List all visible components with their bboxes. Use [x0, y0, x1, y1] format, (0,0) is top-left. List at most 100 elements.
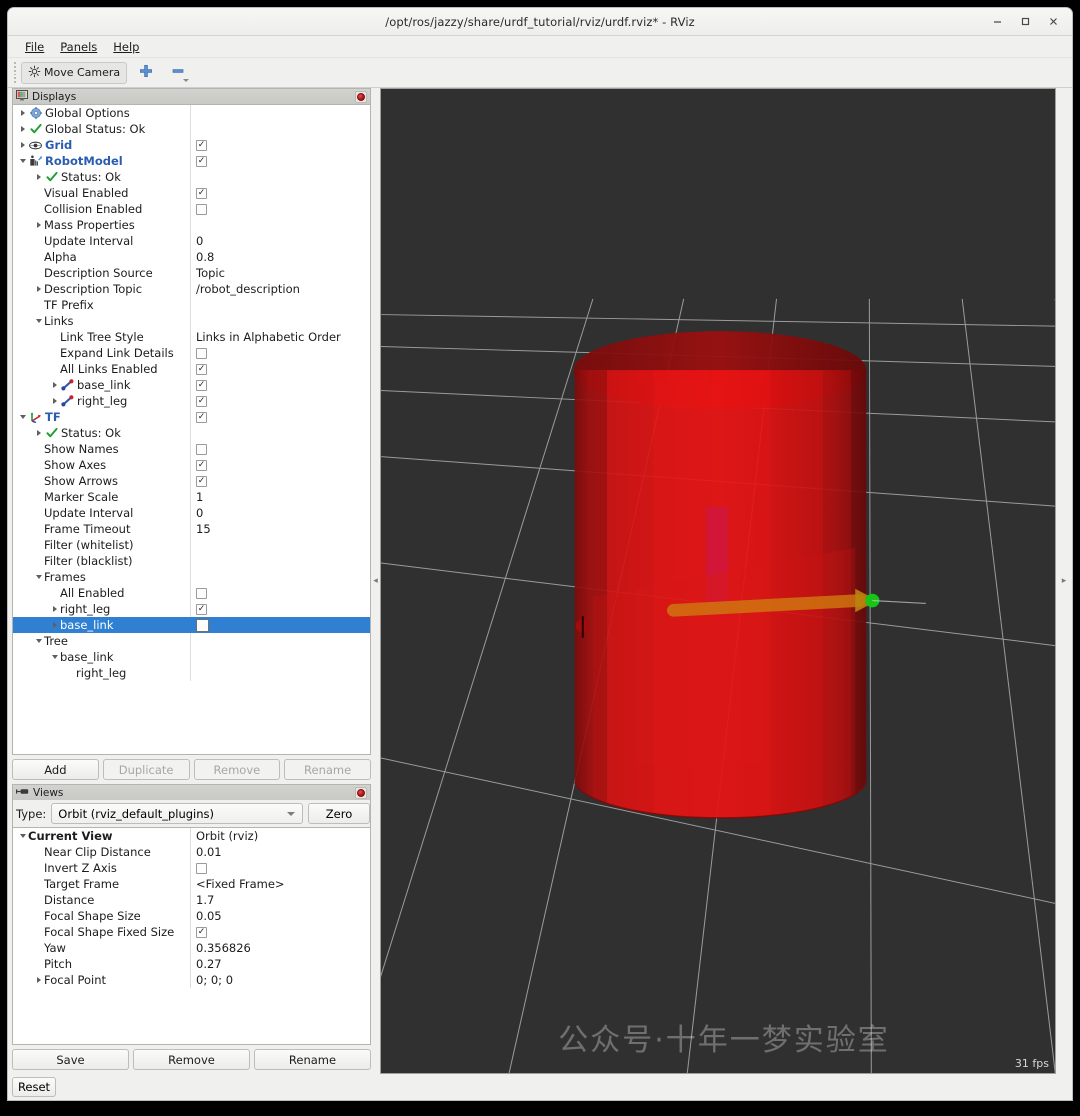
- tree-row[interactable]: Global Status: Ok: [13, 121, 370, 137]
- tree-row[interactable]: All Enabled: [13, 585, 370, 601]
- expand-arrow-icon[interactable]: [49, 398, 60, 404]
- tree-row[interactable]: Frame Timeout 15: [13, 521, 370, 537]
- row-checkbox[interactable]: ✓: [196, 155, 207, 167]
- tree-row[interactable]: Focal Shape Size 0.05: [13, 908, 370, 924]
- tree-row[interactable]: base_link: [13, 617, 370, 633]
- tree-row[interactable]: base_link: [13, 649, 370, 665]
- tree-row[interactable]: Near Clip Distance 0.01: [13, 844, 370, 860]
- expand-arrow-icon[interactable]: [33, 222, 44, 228]
- views-tree[interactable]: Current View Orbit (rviz) Near Clip Distan…: [12, 827, 371, 1045]
- tree-row[interactable]: Mass Properties: [13, 217, 370, 233]
- tree-row[interactable]: base_link ✓: [13, 377, 370, 393]
- row-checkbox[interactable]: [196, 862, 207, 874]
- row-checkbox[interactable]: ✓: [196, 395, 207, 407]
- tree-row[interactable]: right_leg ✓: [13, 601, 370, 617]
- tree-row[interactable]: Description Source Topic: [13, 265, 370, 281]
- toolbar-grip[interactable]: [12, 62, 18, 83]
- row-checkbox[interactable]: ✓: [196, 411, 207, 423]
- tree-row[interactable]: Invert Z Axis: [13, 860, 370, 876]
- tree-row[interactable]: Link Tree Style Links in Alphabetic Order: [13, 329, 370, 345]
- expand-arrow-icon[interactable]: [33, 430, 44, 436]
- row-checkbox[interactable]: ✓: [196, 363, 207, 375]
- rename-display-button[interactable]: Rename: [284, 759, 371, 780]
- expand-arrow-icon[interactable]: [17, 126, 28, 132]
- remove-view-button[interactable]: Remove: [133, 1049, 250, 1070]
- collapse-arrow-icon[interactable]: [17, 159, 28, 163]
- tree-row[interactable]: Show Names: [13, 441, 370, 457]
- expand-arrow-icon[interactable]: [49, 382, 60, 388]
- zero-button[interactable]: Zero: [308, 803, 370, 824]
- menu-help[interactable]: Help: [106, 38, 146, 56]
- minimize-button[interactable]: [984, 11, 1010, 33]
- row-checkbox[interactable]: ✓: [196, 187, 207, 199]
- expand-arrow-icon[interactable]: [49, 622, 60, 628]
- tree-row[interactable]: Current View Orbit (rviz): [13, 828, 370, 844]
- row-checkbox[interactable]: ✓: [196, 475, 207, 487]
- tree-row[interactable]: Expand Link Details: [13, 345, 370, 361]
- remove-tool-button[interactable]: [165, 62, 191, 84]
- row-checkbox[interactable]: [196, 347, 207, 359]
- tree-row[interactable]: Links: [13, 313, 370, 329]
- collapse-arrow-icon[interactable]: [17, 415, 28, 419]
- expand-arrow-icon[interactable]: [17, 142, 28, 148]
- menu-file[interactable]: File: [18, 38, 51, 56]
- tree-row[interactable]: Show Axes ✓: [13, 457, 370, 473]
- remove-display-button[interactable]: Remove: [193, 759, 281, 780]
- tree-row[interactable]: Pitch 0.27: [13, 956, 370, 972]
- move-camera-button[interactable]: Move Camera: [21, 61, 128, 84]
- tree-row[interactable]: Marker Scale 1: [13, 489, 370, 505]
- expand-arrow-icon[interactable]: [49, 606, 60, 612]
- displays-tree[interactable]: Global Options Global Status: Ok Grid ✓ Robo…: [12, 104, 371, 755]
- tree-row[interactable]: Visual Enabled ✓: [13, 185, 370, 201]
- collapse-arrow-icon[interactable]: [49, 655, 60, 659]
- displays-panel-close-icon[interactable]: [355, 91, 367, 103]
- tree-row[interactable]: TF Prefix: [13, 297, 370, 313]
- tree-row[interactable]: Filter (blacklist): [13, 553, 370, 569]
- close-button[interactable]: [1040, 11, 1066, 33]
- tree-row[interactable]: RobotModel ✓: [13, 153, 370, 169]
- tree-row[interactable]: Target Frame <Fixed Frame>: [13, 876, 370, 892]
- tree-row[interactable]: Tree: [13, 633, 370, 649]
- 3d-viewport[interactable]: 公众号·十年一梦实验室 31 fps: [380, 88, 1056, 1074]
- view-type-select[interactable]: Orbit (rviz_default_plugins): [51, 803, 303, 824]
- tree-row[interactable]: All Links Enabled ✓: [13, 361, 370, 377]
- row-checkbox[interactable]: [196, 443, 207, 455]
- tree-row[interactable]: Status: Ok: [13, 169, 370, 185]
- views-panel-close-icon[interactable]: [355, 787, 367, 799]
- collapse-arrow-icon[interactable]: [33, 319, 44, 323]
- tree-row[interactable]: Grid ✓: [13, 137, 370, 153]
- tree-row[interactable]: Update Interval 0: [13, 505, 370, 521]
- row-checkbox[interactable]: ✓: [196, 379, 207, 391]
- tree-row[interactable]: Status: Ok: [13, 425, 370, 441]
- row-checkbox[interactable]: ✓: [196, 459, 207, 471]
- tree-row[interactable]: right_leg: [13, 665, 370, 681]
- tree-row[interactable]: TF ✓: [13, 409, 370, 425]
- tree-row[interactable]: Global Options: [13, 105, 370, 121]
- collapse-arrow-icon[interactable]: [33, 575, 44, 579]
- tree-row[interactable]: right_leg ✓: [13, 393, 370, 409]
- save-view-button[interactable]: Save: [12, 1049, 129, 1070]
- right-splitter[interactable]: ▸: [1056, 88, 1072, 1074]
- tree-row[interactable]: Update Interval 0: [13, 233, 370, 249]
- menu-panels[interactable]: Panels: [53, 38, 104, 56]
- maximize-button[interactable]: [1012, 11, 1038, 33]
- tree-row[interactable]: Collision Enabled: [13, 201, 370, 217]
- row-checkbox[interactable]: ✓: [196, 926, 207, 938]
- collapse-arrow-icon[interactable]: [33, 639, 44, 643]
- tree-row[interactable]: Focal Shape Fixed Size ✓: [13, 924, 370, 940]
- left-splitter[interactable]: ◂: [371, 88, 380, 1074]
- add-display-button[interactable]: Add: [12, 759, 99, 780]
- row-checkbox[interactable]: ✓: [196, 603, 207, 615]
- row-checkbox[interactable]: [196, 203, 207, 215]
- expand-arrow-icon[interactable]: [17, 110, 28, 116]
- row-checkbox[interactable]: [196, 587, 207, 599]
- duplicate-display-button[interactable]: Duplicate: [102, 759, 190, 780]
- tree-row[interactable]: Alpha 0.8: [13, 249, 370, 265]
- row-checkbox[interactable]: [196, 618, 209, 632]
- tree-row[interactable]: Frames: [13, 569, 370, 585]
- tree-row[interactable]: Focal Point 0; 0; 0: [13, 972, 370, 988]
- tree-row[interactable]: Show Arrows ✓: [13, 473, 370, 489]
- collapse-arrow-icon[interactable]: [17, 834, 28, 838]
- expand-arrow-icon[interactable]: [33, 174, 44, 180]
- reset-button[interactable]: Reset: [12, 1077, 56, 1097]
